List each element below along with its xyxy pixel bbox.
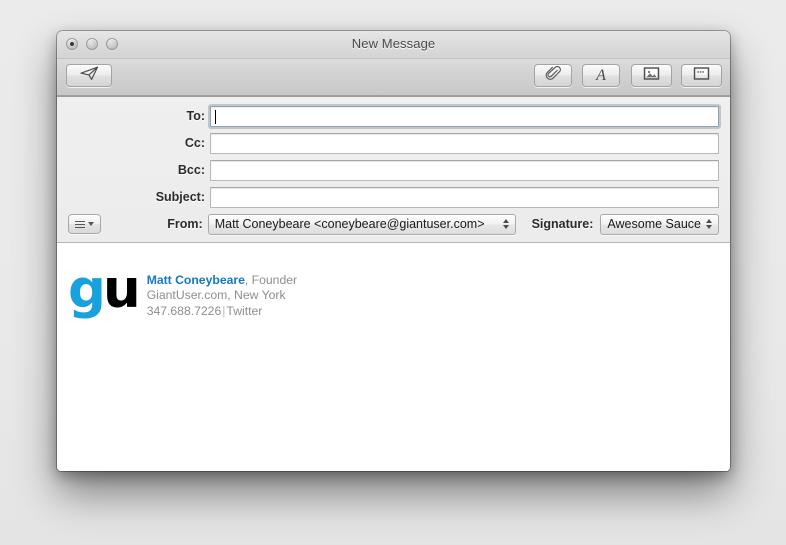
subject-row: Subject: xyxy=(57,186,730,208)
paperclip-icon xyxy=(545,65,562,86)
from-select[interactable]: Matt Coneybeare <coneybeare@giantuser.co… xyxy=(207,213,516,235)
photo-browser-button[interactable] xyxy=(631,64,672,87)
paper-plane-icon xyxy=(79,66,99,86)
attach-button[interactable] xyxy=(534,64,572,87)
signature-line-3: 347.688.7226|Twitter xyxy=(147,304,297,319)
chevron-down-icon xyxy=(88,222,95,226)
from-select-value: Matt Coneybeare <coneybeare@giantuser.co… xyxy=(214,217,485,231)
stationery-button[interactable] xyxy=(681,64,722,87)
stepper-arrows-icon xyxy=(502,219,511,229)
bcc-row: Bcc: xyxy=(57,159,730,181)
minimize-button[interactable] xyxy=(86,38,98,50)
new-message-window: New Message A To: Cc: Bcc: Subject: From… xyxy=(57,31,730,471)
signature-label: Signature: xyxy=(531,217,594,231)
send-button[interactable] xyxy=(66,64,112,87)
cc-row: Cc: xyxy=(57,132,730,154)
photo-icon xyxy=(643,66,660,86)
logo-letter-g: g xyxy=(68,259,106,320)
stationery-icon xyxy=(693,66,710,86)
logo-letter-u: u xyxy=(102,259,141,320)
window-chrome: New Message A xyxy=(57,31,730,97)
font-icon: A xyxy=(596,66,606,84)
giantuser-logo: gu xyxy=(68,263,141,316)
cc-input[interactable] xyxy=(210,132,719,154)
hamburger-menu-icon xyxy=(75,219,86,230)
to-input[interactable] xyxy=(208,103,721,129)
cc-label: Cc: xyxy=(184,136,205,150)
message-headers: To: Cc: Bcc: Subject: From: Matt Coneybe… xyxy=(57,97,730,243)
signature-social-link[interactable]: Twitter xyxy=(226,304,262,318)
from-row: From: Matt Coneybeare <coneybeare@giantu… xyxy=(57,213,730,235)
signature-name: Matt Coneybeare xyxy=(146,273,245,287)
signature-phone: 347.688.7226 xyxy=(146,303,222,318)
close-button[interactable] xyxy=(66,38,78,50)
subject-input[interactable] xyxy=(210,186,719,208)
titlebar[interactable]: New Message xyxy=(57,31,730,59)
desktop-background: New Message A To: Cc: Bcc: Subject: From… xyxy=(0,0,786,545)
to-label: To: xyxy=(186,109,205,123)
signature-select[interactable]: Awesome Sauce xyxy=(600,213,719,235)
signature-select-value: Awesome Sauce xyxy=(607,217,701,231)
bcc-label: Bcc: xyxy=(177,163,205,177)
email-signature: gu Matt Coneybeare, Founder GiantUser.co… xyxy=(66,263,730,319)
signature-line-2: GiantUser.com, New York xyxy=(146,288,286,303)
signature-line-1: Matt Coneybeare, Founder xyxy=(147,273,297,288)
page-title: New Message xyxy=(351,36,436,51)
message-body[interactable]: gu Matt Coneybeare, Founder GiantUser.co… xyxy=(57,243,730,471)
signature-title: , Founder xyxy=(244,273,298,287)
text-caret xyxy=(215,109,216,124)
bcc-input[interactable] xyxy=(210,159,719,181)
to-row: To: xyxy=(57,103,730,129)
zoom-button[interactable] xyxy=(106,38,118,50)
stepper-arrows-icon xyxy=(705,219,714,229)
unsaved-changes-dot xyxy=(70,42,74,46)
toolbar: A xyxy=(57,59,730,96)
header-fields-menu-button[interactable] xyxy=(68,214,102,234)
from-label: From: xyxy=(167,217,203,231)
traffic-light-group xyxy=(66,38,118,50)
fonts-button[interactable]: A xyxy=(582,64,620,87)
subject-label: Subject: xyxy=(155,190,205,204)
signature-text: Matt Coneybeare, Founder GiantUser.com, … xyxy=(147,271,297,319)
